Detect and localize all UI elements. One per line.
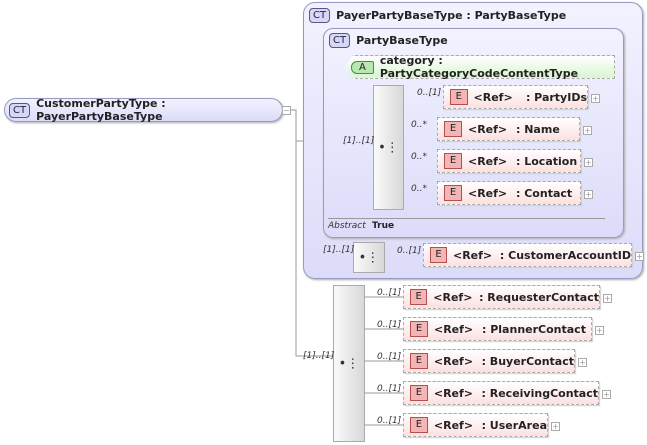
inner-type-label: PartyBaseType bbox=[356, 34, 448, 47]
element-badge: E bbox=[410, 289, 428, 305]
expand-icon[interactable]: + bbox=[591, 94, 600, 103]
element-name: : ReceivingContact bbox=[481, 386, 598, 400]
expand-icon[interactable]: + bbox=[603, 294, 612, 303]
sequence-compositor[interactable]: •⋮ bbox=[373, 85, 404, 210]
element-ref[interactable]: E <Ref> : BuyerContact bbox=[403, 349, 575, 373]
element-name: : RequesterContact bbox=[479, 290, 599, 304]
divider bbox=[328, 218, 605, 219]
cardinality: 0..* bbox=[411, 152, 427, 162]
cardinality: 0..[1] bbox=[377, 384, 402, 394]
element-name: : UserArea bbox=[481, 418, 547, 432]
expand-icon[interactable]: + bbox=[584, 158, 593, 167]
element-ref[interactable]: E <Ref> : PlannerContact bbox=[403, 317, 592, 341]
complex-type-badge: CT bbox=[329, 33, 351, 48]
cardinality: 0..[1] bbox=[397, 246, 422, 256]
expand-icon[interactable]: + bbox=[602, 390, 611, 399]
element-name: : BuyerContact bbox=[481, 354, 574, 368]
outer-type-label: PayerPartyBaseType : PartyBaseType bbox=[336, 9, 567, 22]
sequence-compositor[interactable]: •⋮ bbox=[353, 242, 385, 273]
element-badge: E bbox=[410, 321, 428, 337]
element-ref[interactable]: E <Ref> : Contact bbox=[437, 181, 581, 205]
expand-icon[interactable]: + bbox=[578, 358, 587, 367]
attribute-label: category : PartyCategoryCodeContentType bbox=[379, 54, 579, 80]
cardinality: 0..[1] bbox=[377, 416, 402, 426]
element-badge: E bbox=[450, 89, 468, 105]
element-ref[interactable]: E <Ref> : UserArea bbox=[403, 413, 548, 437]
ref-label: <Ref> bbox=[433, 290, 473, 304]
element-ref[interactable]: E <Ref> : Location bbox=[437, 149, 581, 173]
ref-label: <Ref> bbox=[434, 322, 474, 336]
element-badge: E bbox=[430, 247, 447, 263]
complex-type-badge: CT bbox=[9, 102, 31, 118]
element-ref[interactable]: E <Ref> : Name bbox=[437, 117, 580, 141]
element-ref[interactable]: E <Ref> : PartyIDs bbox=[443, 85, 588, 109]
element-ref[interactable]: E <Ref> : CustomerAccountID bbox=[423, 243, 632, 267]
abstract-value: True bbox=[372, 221, 395, 231]
element-badge: E bbox=[410, 417, 428, 433]
cardinality: [1]..[1] bbox=[303, 351, 335, 361]
element-badge: E bbox=[444, 153, 462, 169]
cardinality: 0..* bbox=[411, 120, 427, 130]
sequence-icon: •⋮ bbox=[338, 356, 360, 371]
element-name: : Contact bbox=[516, 186, 573, 200]
sequence-icon: •⋮ bbox=[378, 140, 399, 155]
element-ref[interactable]: E <Ref> : ReceivingContact bbox=[403, 381, 599, 405]
attribute-badge: A bbox=[351, 60, 374, 74]
element-badge: E bbox=[444, 121, 462, 137]
cardinality: 0..[1] bbox=[417, 88, 442, 98]
ref-label: <Ref> bbox=[433, 354, 474, 368]
expand-icon[interactable]: + bbox=[635, 252, 644, 261]
element-name: : PartyIDs bbox=[525, 90, 587, 104]
sequence-icon: •⋮ bbox=[358, 250, 380, 265]
element-name: : Name bbox=[516, 122, 560, 136]
root-type-label: CustomerPartyType : PayerPartyBaseType bbox=[36, 97, 166, 123]
element-badge: E bbox=[410, 385, 428, 401]
collapse-icon[interactable]: − bbox=[282, 106, 291, 115]
ref-label: <Ref> bbox=[433, 418, 474, 432]
cardinality: 0..[1] bbox=[377, 288, 402, 298]
cardinality: [1]..[1] bbox=[343, 136, 375, 146]
ref-label: <Ref> bbox=[468, 186, 508, 200]
element-badge: E bbox=[410, 353, 428, 369]
element-ref[interactable]: E <Ref> : RequesterContact bbox=[403, 285, 600, 309]
expand-icon[interactable]: + bbox=[595, 326, 604, 335]
attribute-category[interactable]: A category : PartyCategoryCodeContentTyp… bbox=[345, 55, 615, 79]
cardinality: 0..* bbox=[411, 184, 427, 194]
cardinality: [1]..[1] bbox=[323, 245, 355, 255]
ref-label: <Ref> bbox=[468, 122, 508, 136]
expand-icon[interactable]: + bbox=[583, 126, 592, 135]
expand-icon[interactable]: + bbox=[584, 190, 593, 199]
root-complex-type[interactable]: CT CustomerPartyType : PayerPartyBaseTyp… bbox=[4, 97, 283, 123]
element-name: : Location bbox=[516, 154, 578, 168]
sequence-compositor[interactable]: •⋮ bbox=[333, 285, 365, 442]
expand-icon[interactable]: + bbox=[551, 422, 560, 431]
element-name: : PlannerContact bbox=[482, 322, 586, 336]
ref-label: <Ref> bbox=[468, 154, 508, 168]
abstract-label: Abstract bbox=[328, 221, 366, 231]
cardinality: 0..[1] bbox=[377, 352, 402, 362]
element-name: : CustomerAccountID bbox=[499, 248, 631, 262]
complex-type-badge: CT bbox=[309, 8, 331, 23]
element-badge: E bbox=[444, 185, 462, 201]
ref-label: <Ref> bbox=[433, 386, 474, 400]
cardinality: 0..[1] bbox=[377, 320, 402, 330]
ref-label: <Ref> bbox=[473, 90, 513, 104]
ref-label: <Ref> bbox=[453, 248, 493, 262]
